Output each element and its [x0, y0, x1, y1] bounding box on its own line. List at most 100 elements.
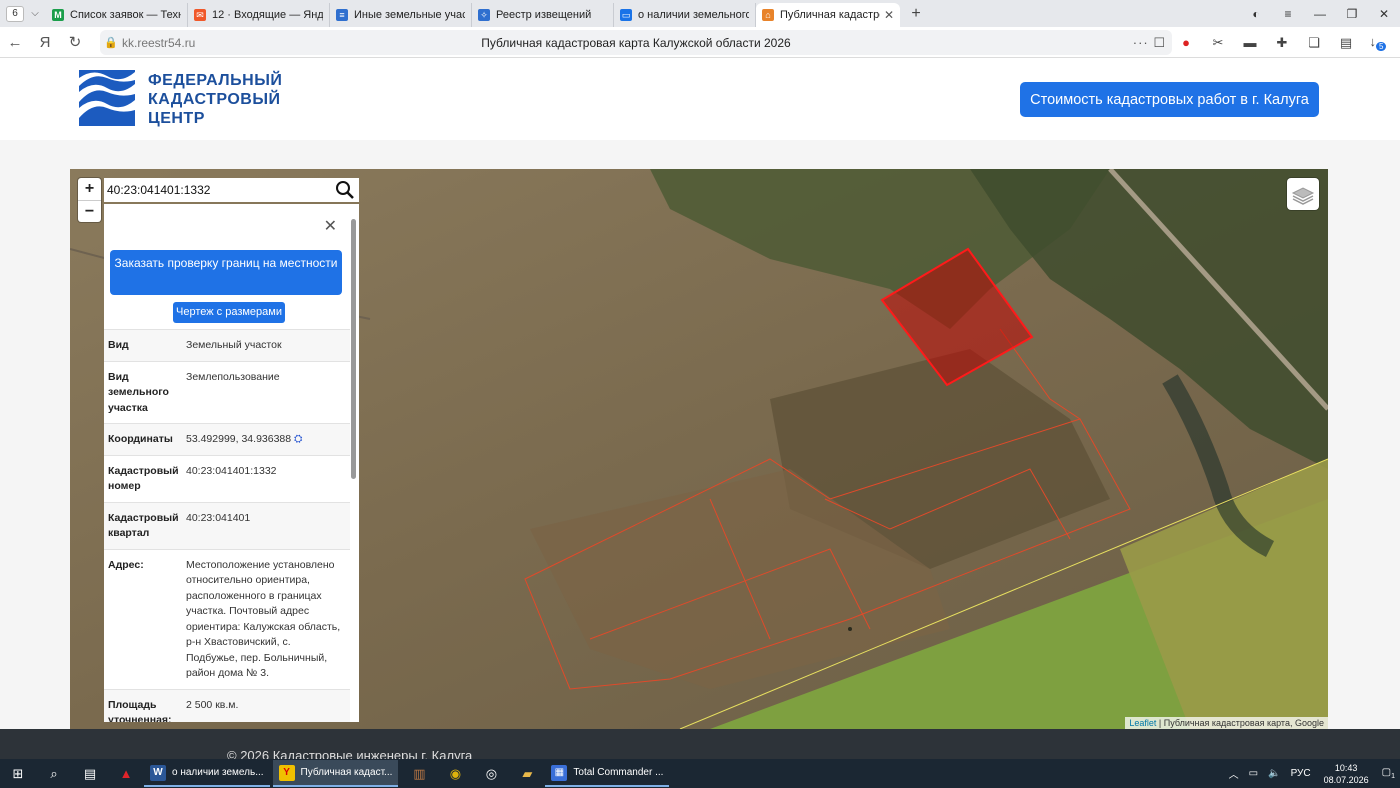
attribute-row: Вид Земельный участок — [104, 329, 350, 361]
back-icon[interactable]: ← — [0, 34, 30, 51]
tab-list-chevron-icon[interactable]: ⌵ — [24, 8, 46, 19]
menu-icon[interactable]: ≡ — [1272, 7, 1304, 21]
file-explorer-icon[interactable]: ▰ — [509, 759, 545, 788]
logo-line: ФЕДЕРАЛЬНЫЙ — [148, 72, 283, 89]
url-field[interactable]: 🔒 kk.reestr54.ru Публичная кадастровая к… — [100, 30, 1172, 55]
attribute-value: 40:23:041401:1332 — [186, 464, 277, 477]
close-icon[interactable]: ✕ — [324, 216, 337, 236]
downloads-badge: 5 — [1376, 42, 1387, 52]
adblock-icon[interactable]: ● — [1170, 35, 1202, 50]
taskbar-app-yandex[interactable]: Y Публичная кадаст... — [272, 760, 399, 787]
logo-line: КАДАСТРОВЫЙ — [148, 91, 281, 108]
search-input-value[interactable]: 40:23:041401:1332 — [107, 183, 210, 197]
cadastral-cost-button[interactable]: Стоимость кадастровых работ в г. Калуга — [1020, 82, 1319, 117]
browser-tab-bar: 6 ⌵ M Список заявок — ТехноКа ✉ 12 · Входя… — [0, 0, 1400, 27]
attribute-row: Адрес: Местоположение установлено относит… — [104, 548, 350, 689]
new-tab-icon[interactable]: + — [904, 5, 928, 23]
attribute-value: Местоположение установлено относительно … — [186, 558, 341, 680]
tab-4[interactable]: ✧ Реестр извещений — [472, 3, 614, 27]
lock-icon[interactable]: 🔒 — [100, 36, 122, 49]
site-footer: © 2026 Кадастровые инженеры г. Калуга — [0, 729, 1400, 763]
attribute-key: Вид земельного участка — [108, 370, 169, 414]
parcel-attributes: Вид Земельный участок Вид земельного учас… — [104, 329, 350, 722]
coordinates-value: 53.492999, 34.936388 ⛭ — [186, 432, 350, 448]
search-icon[interactable]: ⌕ — [36, 759, 72, 788]
zoom-out-button[interactable]: − — [78, 200, 101, 222]
tab-count-button[interactable]: 6 — [6, 5, 24, 22]
profile-icon[interactable]: ◐ — [1240, 7, 1272, 21]
tab-title: Публичная кадастрова — [780, 9, 880, 21]
attribute-key: Координаты — [108, 433, 173, 445]
reload-icon[interactable]: ↻ — [60, 33, 90, 51]
start-windows-icon[interactable]: ⊞ — [0, 759, 36, 788]
app-icon[interactable]: ◎ — [473, 759, 509, 788]
puzzle-icon[interactable]: ✚ — [1266, 35, 1298, 51]
clock-date: 08.07.2026 — [1323, 774, 1369, 785]
tab-title: Список заявок — ТехноКа — [70, 9, 181, 21]
tray-chevron-icon[interactable]: ︿ — [1224, 766, 1244, 781]
zoom-in-button[interactable]: + — [78, 178, 101, 200]
site-header: ФЕДЕРАЛЬНЫЙ КАДАСТРОВЫЙ ЦЕНТР Стоимость … — [0, 58, 1400, 140]
scrollbar-thumb[interactable] — [351, 219, 356, 479]
layers-icon — [1291, 187, 1315, 205]
system-tray: ︿ ▭ 🔈 РУС 10:43 08.07.2026 ▢1 — [1224, 759, 1400, 788]
attribute-key: Кадастровый квартал — [108, 511, 179, 540]
registry-icon: ✧ — [478, 9, 490, 21]
restore-icon[interactable]: ❐ — [1336, 7, 1368, 21]
network-icon[interactable]: ▭ — [1244, 768, 1263, 779]
downloads-icon[interactable]: ↓ 5 — [1362, 34, 1394, 52]
layers-button[interactable] — [1287, 178, 1319, 210]
volume-icon[interactable]: 🔈 — [1263, 768, 1285, 779]
yandex-icon[interactable]: Я — [30, 34, 60, 51]
clock-time: 10:43 — [1334, 762, 1358, 773]
browser-toolbar: ● ✂ ▬ ✚ ❏ ▤ ↓ 5 — [1170, 27, 1394, 58]
drawing-with-dimensions-button[interactable]: Чертеж с размерами — [173, 302, 285, 323]
attribute-value: 2 500 кв.м. — [186, 698, 239, 711]
document-icon: ≡ — [336, 9, 348, 21]
federal-cadastre-logo[interactable] — [79, 70, 135, 126]
taskbar-app-word[interactable]: Wо наличии земель... — [144, 760, 270, 787]
cadastral-search-field[interactable]: 40:23:041401:1332 — [104, 178, 359, 202]
winrar-icon[interactable]: ▥ — [401, 759, 437, 788]
map-pin-icon[interactable]: ⛭ — [294, 433, 302, 445]
tab-title: Реестр извещений — [496, 9, 592, 21]
logo-line: ЦЕНТР — [148, 110, 205, 127]
clipboard-icon[interactable]: ▤ — [1330, 35, 1362, 51]
tab-title: 12 · Входящие — Яндекс Г — [212, 9, 323, 21]
yandex-browser-icon: Y — [278, 764, 295, 781]
tab-3[interactable]: ≡ Иные земельные участки — [330, 3, 472, 27]
search-icon[interactable] — [335, 180, 355, 200]
windows-taskbar: ⊞ ⌕ ▤ ▲ Wо наличии земель... Y Публичная … — [0, 759, 1400, 788]
collections-icon[interactable]: ❏ — [1298, 35, 1330, 51]
tab-5[interactable]: ▭ о наличии земельного уч — [614, 3, 756, 27]
attribute-key: Адрес: — [108, 558, 144, 571]
hat-icon[interactable]: ▬ — [1234, 35, 1266, 50]
docs-icon: ▭ — [620, 9, 632, 21]
attribute-key: Вид — [108, 339, 129, 351]
tab-title: о наличии земельного уч — [638, 9, 749, 21]
attribute-value: 40:23:041401 — [186, 511, 251, 524]
leaflet-link[interactable]: Leaflet — [1129, 718, 1156, 728]
cadastral-map[interactable]: + − 40:23:041401:1332 ✕ Заказать проверк… — [70, 169, 1328, 729]
chrome-icon[interactable]: ◉ — [437, 759, 473, 788]
tab-title: Иные земельные участки — [354, 9, 465, 21]
tab-2[interactable]: ✉ 12 · Входящие — Яндекс Г — [188, 3, 330, 27]
minimize-icon[interactable]: — — [1304, 7, 1336, 21]
extension-icon[interactable]: ✂ — [1202, 35, 1234, 51]
language-indicator[interactable]: РУС — [1286, 768, 1316, 779]
acrobat-icon[interactable]: ▲ — [108, 759, 144, 788]
taskbar-app-label: о наличии земель... — [172, 767, 264, 778]
notifications-icon[interactable]: ▢1 — [1377, 767, 1400, 780]
panel-scrollbar[interactable] — [350, 207, 358, 719]
tab-6-active[interactable]: ⌂ Публичная кадастрова ✕ — [756, 3, 900, 27]
close-tab-icon[interactable]: ✕ — [884, 8, 894, 22]
more-icon[interactable]: ··· ☐ — [1133, 35, 1166, 51]
order-boundary-check-button[interactable]: Заказать проверку границ на местности — [110, 250, 342, 295]
taskbar-app-total-commander[interactable]: ▦ Total Commander ... — [545, 760, 670, 787]
close-window-icon[interactable]: ✕ — [1368, 7, 1400, 21]
tab-1[interactable]: M Список заявок — ТехноКа — [46, 3, 188, 27]
url-domain: kk.reestr54.ru — [122, 35, 196, 50]
clock[interactable]: 10:43 08.07.2026 — [1316, 762, 1377, 786]
task-view-icon[interactable]: ▤ — [72, 759, 108, 788]
notifications-count: 1 — [1391, 773, 1395, 780]
